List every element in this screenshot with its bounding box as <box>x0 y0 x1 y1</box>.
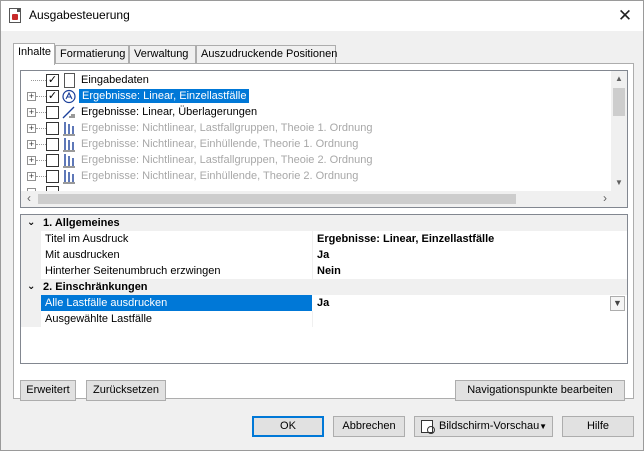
tree-item[interactable]: + Ergebnisse: Nichtlinear, Lastfallgrupp… <box>21 152 613 168</box>
nonlinear-icon <box>63 138 75 152</box>
content-tree[interactable]: ✓ Eingabedaten + ✓ Ergebnisse: Linear, E… <box>20 70 628 208</box>
property-name: Titel im Ausdruck <box>45 233 129 245</box>
tree-item[interactable]: + Ergebnisse: Nichtlinear, Einhüllende, … <box>21 136 613 152</box>
tab-auszudruckende-positionen[interactable]: Auszudruckende Positionen <box>196 45 337 64</box>
scroll-corner <box>611 191 627 207</box>
scroll-up-arrow-icon[interactable]: ▲ <box>611 71 627 87</box>
tree-checkbox[interactable] <box>46 138 59 151</box>
property-row[interactable]: Ausgewählte Lastfälle <box>21 311 627 327</box>
tree-checkbox[interactable] <box>46 122 59 135</box>
property-value[interactable]: Ergebnisse: Linear, Einzellastfälle <box>317 232 494 246</box>
property-value[interactable]: Ja <box>317 248 329 262</box>
edit-navigation-points-button[interactable]: Navigationspunkte bearbeiten <box>455 380 625 401</box>
category-allgemeines[interactable]: ⌄ 1. Allgemeines <box>21 215 627 231</box>
title-bar[interactable]: Ausgabesteuerung ✕ <box>1 1 643 31</box>
cancel-button[interactable]: Abbrechen <box>333 416 405 437</box>
tree-item-label: Ergebnisse: Nichtlinear, Einhüllende, Th… <box>81 138 359 150</box>
scroll-down-arrow-icon[interactable]: ▼ <box>611 175 627 191</box>
tree-connector <box>36 160 46 161</box>
tab-verwaltung[interactable]: Verwaltung <box>129 45 196 64</box>
tree-connector <box>36 176 46 177</box>
tree-connector <box>31 80 46 81</box>
tree-item[interactable]: + ✓ Ergebnisse: Linear, Einzellastfälle <box>21 88 613 104</box>
close-button[interactable]: ✕ <box>615 6 635 26</box>
tree-connector <box>36 144 46 145</box>
tree-expander[interactable]: + <box>27 140 36 149</box>
tree-item-label: Eingabedaten <box>81 74 149 86</box>
tree-horizontal-scrollbar[interactable]: ‹ › <box>21 191 613 207</box>
property-value[interactable]: Nein <box>317 264 341 278</box>
tree-item[interactable]: ✓ Eingabedaten <box>21 72 613 88</box>
tree-expander[interactable]: + <box>27 172 36 181</box>
tree-expander[interactable]: + <box>27 92 36 101</box>
tree-item-label: Ergebnisse: Linear, Überlagerungen <box>81 106 258 118</box>
tree-expander[interactable]: + <box>27 108 36 117</box>
tree-connector <box>36 112 46 113</box>
app-document-icon <box>9 8 21 23</box>
dialog-window: Ausgabesteuerung ✕ Inhalte Formatierung … <box>0 0 644 451</box>
tree-expander[interactable]: + <box>27 124 36 133</box>
tree-item-label: Ergebnisse: Nichtlinear, Lastfallgruppen… <box>81 154 373 166</box>
property-name: Mit ausdrucken <box>45 249 120 261</box>
property-name: Alle Lastfälle ausdrucken <box>45 297 168 309</box>
tab-panel-inhalte: ✓ Eingabedaten + ✓ Ergebnisse: Linear, E… <box>13 63 634 401</box>
chevron-down-icon[interactable]: ▼ <box>610 296 625 311</box>
preview-split-button[interactable]: Bildschirm-Vorschau ▼ <box>414 416 553 437</box>
property-grid: ⌄ 1. Allgemeines Titel im Ausdruck Ergeb… <box>20 214 628 364</box>
reset-button[interactable]: Zurücksetzen <box>86 380 166 401</box>
tree-item-label: Ergebnisse: Nichtlinear, Einhüllende, Th… <box>81 170 359 182</box>
tree-connector <box>36 96 46 97</box>
tree-checkbox[interactable] <box>46 154 59 167</box>
nonlinear-icon <box>63 170 75 184</box>
tab-formatierung[interactable]: Formatierung <box>55 45 129 64</box>
property-name: Ausgewählte Lastfälle <box>45 313 153 325</box>
tree-vertical-scrollbar[interactable]: ▲ ▼ <box>611 71 627 191</box>
line-results-icon <box>62 106 75 119</box>
category-label: 1. Allgemeines <box>43 217 120 229</box>
tree-item-label: Ergebnisse: Linear, Einzellastfälle <box>79 89 250 103</box>
scroll-thumb[interactable] <box>613 88 625 116</box>
property-row[interactable]: Titel im Ausdruck Ergebnisse: Linear, Ei… <box>21 231 627 247</box>
tree-expander[interactable]: + <box>27 156 36 165</box>
load-case-icon <box>62 89 76 104</box>
print-preview-icon <box>421 420 435 434</box>
tab-inhalte[interactable]: Inhalte <box>13 43 55 65</box>
ok-button[interactable]: OK <box>252 416 324 437</box>
tree-rows: ✓ Eingabedaten + ✓ Ergebnisse: Linear, E… <box>21 71 613 191</box>
tree-checkbox[interactable] <box>46 170 59 183</box>
tree-checkbox[interactable] <box>46 106 59 119</box>
help-button[interactable]: Hilfe <box>562 416 634 437</box>
tree-item[interactable]: + Ergebnisse: Linear, Überlagerungen <box>21 104 613 120</box>
tree-connector <box>36 128 46 129</box>
document-icon <box>64 73 75 88</box>
property-row-selected[interactable]: Alle Lastfälle ausdrucken Ja ▼ <box>21 295 627 311</box>
preview-button-label: Bildschirm-Vorschau <box>439 420 540 432</box>
property-row[interactable]: Hinterher Seitenumbruch erzwingen Nein <box>21 263 627 279</box>
dropdown-arrow-icon[interactable]: ▼ <box>539 417 547 436</box>
category-einschraenkungen[interactable]: ⌄ 2. Einschränkungen <box>21 279 627 295</box>
category-label: 2. Einschränkungen <box>43 281 148 293</box>
scroll-left-arrow-icon[interactable]: ‹ <box>21 191 37 207</box>
tree-item-partial <box>21 184 613 191</box>
collapse-chevron-icon[interactable]: ⌄ <box>27 280 35 294</box>
tree-item-label: Ergebnisse: Nichtlinear, Lastfallgruppen… <box>81 122 373 134</box>
collapse-chevron-icon[interactable]: ⌄ <box>27 216 35 230</box>
window-title: Ausgabesteuerung <box>29 8 130 22</box>
nonlinear-icon <box>63 154 75 168</box>
nonlinear-icon <box>63 122 75 136</box>
erweitert-button[interactable]: Erweitert <box>20 380 76 401</box>
property-row[interactable]: Mit ausdrucken Ja <box>21 247 627 263</box>
property-name: Hinterher Seitenumbruch erzwingen <box>45 265 221 277</box>
property-value-dropdown[interactable]: Ja <box>317 296 329 310</box>
tree-checkbox[interactable]: ✓ <box>46 90 59 103</box>
tree-item[interactable]: + Ergebnisse: Nichtlinear, Lastfallgrupp… <box>21 120 613 136</box>
tree-item[interactable]: + Ergebnisse: Nichtlinear, Einhüllende, … <box>21 168 613 184</box>
scroll-thumb[interactable] <box>38 194 516 204</box>
tree-checkbox[interactable]: ✓ <box>46 74 59 87</box>
